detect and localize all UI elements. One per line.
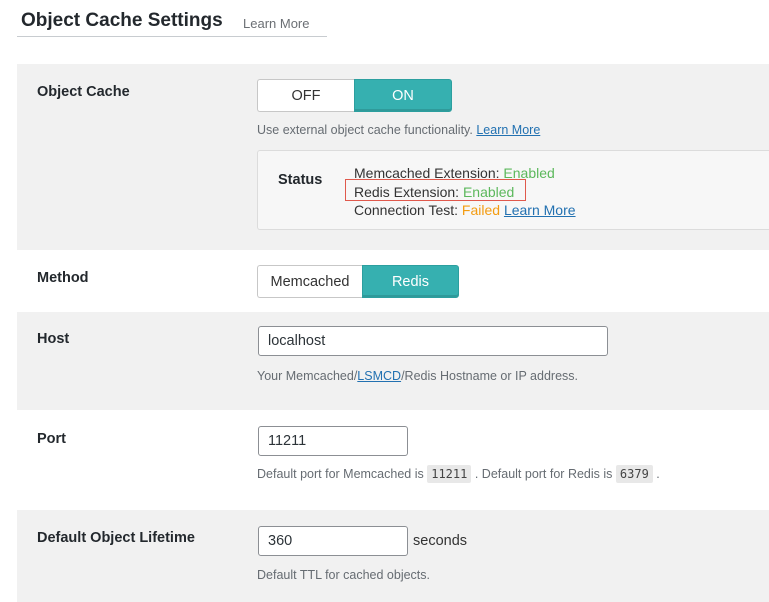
object-cache-learn-more-link[interactable]: Learn More (476, 123, 540, 137)
host-description: Your Memcached/LSMCD/Redis Hostname or I… (257, 369, 578, 383)
lifetime-label: Default Object Lifetime (37, 530, 195, 546)
status-label: Status (278, 172, 323, 188)
method-row: Method Memcached Redis (17, 250, 769, 310)
method-label: Method (37, 270, 89, 286)
port-input[interactable] (258, 426, 408, 456)
port-row: Port Default port for Memcached is 11211… (17, 410, 769, 510)
status-connection-line: Connection Test: Failed Learn More (354, 201, 576, 220)
header-learn-more-link[interactable]: Learn More (243, 16, 309, 31)
lifetime-suffix: seconds (413, 533, 468, 549)
status-panel: Status Memcached Extension: Enabled Redi… (257, 150, 769, 230)
method-toggle: Memcached Redis (257, 265, 459, 298)
memcached-port-code: 11211 (427, 465, 472, 483)
lifetime-description: Default TTL for cached objects. (257, 568, 431, 582)
object-cache-description: Use external object cache functionality.… (257, 123, 540, 137)
host-row: Host Your Memcached/LSMCD/Redis Hostname… (17, 312, 769, 410)
object-cache-desc-text: Use external object cache functionality. (257, 123, 473, 137)
host-desc-post: /Redis Hostname or IP address. (401, 369, 578, 383)
method-redis-button[interactable]: Redis (362, 265, 459, 298)
connection-test-label: Connection Test: (354, 202, 459, 218)
method-memcached-button[interactable]: Memcached (257, 265, 362, 298)
host-input[interactable] (258, 326, 608, 356)
port-desc-c: . (656, 467, 660, 481)
object-cache-toggle: OFF ON (257, 79, 452, 112)
host-label: Host (37, 331, 70, 347)
port-label: Port (37, 431, 66, 447)
lifetime-row: Default Object Lifetime seconds Default … (17, 510, 769, 602)
redis-port-code: 6379 (615, 465, 653, 483)
object-cache-row: Object Cache OFF ON Use external object … (17, 64, 769, 250)
host-desc-pre: Your Memcached/ (257, 369, 358, 383)
object-cache-label: Object Cache (37, 84, 130, 100)
lifetime-input[interactable] (258, 526, 408, 556)
lsmcd-link[interactable]: LSMCD (357, 369, 401, 383)
object-cache-on-button[interactable]: ON (354, 79, 452, 112)
page-header: Object Cache Settings Learn More (17, 0, 327, 37)
port-desc-b: . Default port for Redis is (474, 467, 613, 481)
connection-learn-more-link[interactable]: Learn More (504, 202, 576, 218)
port-description: Default port for Memcached is 11211 . De… (257, 465, 660, 483)
object-cache-off-button[interactable]: OFF (257, 79, 354, 112)
port-desc-a: Default port for Memcached is (257, 467, 424, 481)
redis-highlight-box (345, 179, 526, 201)
connection-test-status: Failed (461, 202, 501, 218)
page-title: Object Cache Settings (21, 10, 223, 31)
